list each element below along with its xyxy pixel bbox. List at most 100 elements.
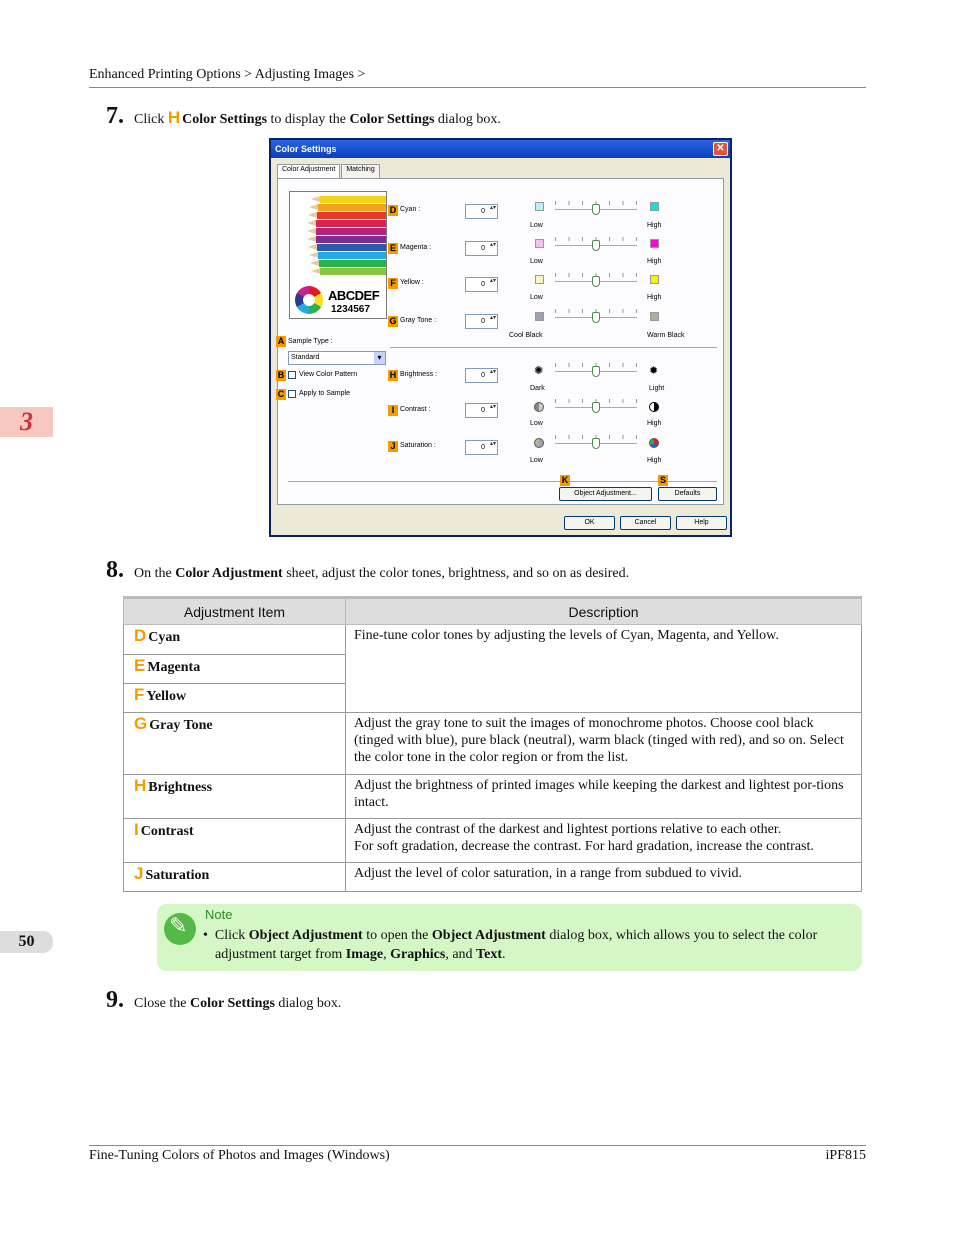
item-label: Cyan [148,630,181,645]
magenta-high-swatch [650,239,659,248]
step-number: 8. [106,557,124,583]
yellow-low-label: Low [530,294,543,301]
dialog-tabs: Color Adjustment Matching [277,164,381,178]
marker-d: D [388,205,398,216]
magenta-slider[interactable] [555,237,637,255]
cyan-spinner[interactable]: 0 [465,204,498,219]
note-fragment: , [383,947,387,962]
contrast-high-label: High [647,420,662,427]
help-button[interactable]: Help [676,516,727,530]
footer-title: Fine-Tuning Colors of Photos and Images … [89,1148,390,1163]
gray-tone-slider[interactable] [555,309,637,327]
dialog-titlebar: Color Settings ✕ [271,140,730,158]
step-text: On the [134,566,172,581]
footer-model: iPF815 [825,1148,866,1163]
yellow-low-swatch [535,275,544,284]
item-label: Gray Tone [149,718,213,733]
dialog-title: Color Settings [275,144,337,154]
table-cell-description: Adjust the brightness of printed images … [345,774,862,819]
defaults-button[interactable]: Defaults [658,487,717,501]
step-text: dialog box. [278,996,342,1011]
ok-button[interactable]: OK [564,516,615,530]
light-label: Light [649,385,665,392]
item-label: Contrast [140,824,194,839]
page-footer: Fine-Tuning Colors of Photos and Images … [89,1145,866,1164]
marker-g: G [388,316,398,327]
step-text: to display the [270,112,346,127]
marker-h: H [167,108,181,127]
marker-d: D [134,626,147,645]
color-settings-dialog: Color Settings ✕ Color Adjustment Matchi… [269,138,732,537]
step-9: 9. Close the Color Settings dialog box. [106,987,341,1014]
color-wheel-icon [295,286,323,314]
table-cell-description: Adjust the level of color saturation, in… [345,862,862,892]
table-cell-item: I Contrast [123,818,346,863]
note-text: • Click Object Adjustment to open the Ob… [201,926,856,964]
cool-black-label: Cool Black [509,332,543,339]
magenta-high-label: High [647,258,662,265]
magenta-low-swatch [535,239,544,248]
table-row: I Contrast Adjust the contrast of the dar… [123,818,862,863]
table-cell-item: E Magenta [123,654,346,684]
view-color-pattern-checkbox[interactable] [288,371,296,379]
note-fragment: to open the [366,928,429,943]
object-adjustment-button[interactable]: Object Adjustment... [559,487,652,501]
apply-to-sample-checkbox[interactable] [288,390,296,398]
view-color-pattern-label: View Color Pattern [299,371,358,378]
yellow-slider[interactable] [555,273,637,291]
marker-g: G [134,714,148,733]
bold-term: Color Settings [190,996,275,1011]
gray-tone-spinner[interactable]: 0 [465,314,498,329]
brightness-spinner[interactable]: 0 [465,368,498,383]
preview-numbers: 1234567 [331,304,370,315]
bold-term: Text [476,947,502,962]
magenta-low-label: Low [530,258,543,265]
adjustment-table: Adjustment Item Description D Cyan Fine-t… [123,596,862,892]
bold-term: Object Adjustment [248,928,363,943]
preview-text: ABCDEF [328,288,380,303]
saturation-slider[interactable] [555,435,637,453]
cyan-high-swatch [650,202,659,211]
bold-term: Object Adjustment [431,928,546,943]
saturation-low-label: Low [530,457,543,464]
contrast-label: Contrast : [400,406,431,413]
brightness-label: Brightness : [400,371,437,378]
marker-i: I [134,820,139,839]
bold-term: Color Adjustment [175,566,283,581]
warm-black-swatch [650,312,659,321]
cancel-button[interactable]: Cancel [620,516,671,530]
sample-type-select[interactable]: Standard [288,351,386,365]
marker-h: H [134,776,147,795]
close-icon[interactable]: ✕ [713,142,728,156]
table-row: D Cyan Fine-tune color tones by adjusting… [123,624,862,713]
tab-color-adjustment[interactable]: Color Adjustment [277,164,341,178]
magenta-spinner[interactable]: 0 [465,241,498,256]
low-contrast-icon [534,402,544,412]
marker-b: B [276,370,286,381]
description-line: Adjust the contrast of the darkest and l… [354,822,782,837]
table-cell-item: D Cyan [123,624,346,655]
bold-term: Image [345,947,384,962]
contrast-slider[interactable] [555,399,637,417]
brightness-slider[interactable] [555,363,637,381]
step-8: 8. On the Color Adjustment sheet, adjust… [106,557,629,584]
item-label: Saturation [145,868,210,883]
saturation-spinner[interactable]: 0 [465,440,498,455]
low-saturation-icon [534,438,544,448]
marker-f: F [388,278,398,289]
contrast-spinner[interactable]: 0 [465,403,498,418]
divider [288,481,717,482]
yellow-spinner[interactable]: 0 [465,277,498,292]
item-label: Yellow [146,689,187,704]
tab-matching[interactable]: Matching [341,164,380,178]
marker-s: S [658,475,668,486]
step-number: 7. [106,103,124,129]
light-sun-icon: ✹ [649,365,659,377]
cool-black-swatch [535,312,544,321]
bold-term: Graphics [390,947,446,962]
sample-preview: ABCDEF 1234567 [289,191,387,319]
marker-i: I [388,405,398,416]
step-number: 9. [106,987,124,1013]
cyan-slider[interactable] [555,201,637,219]
item-label: Magenta [147,660,201,675]
